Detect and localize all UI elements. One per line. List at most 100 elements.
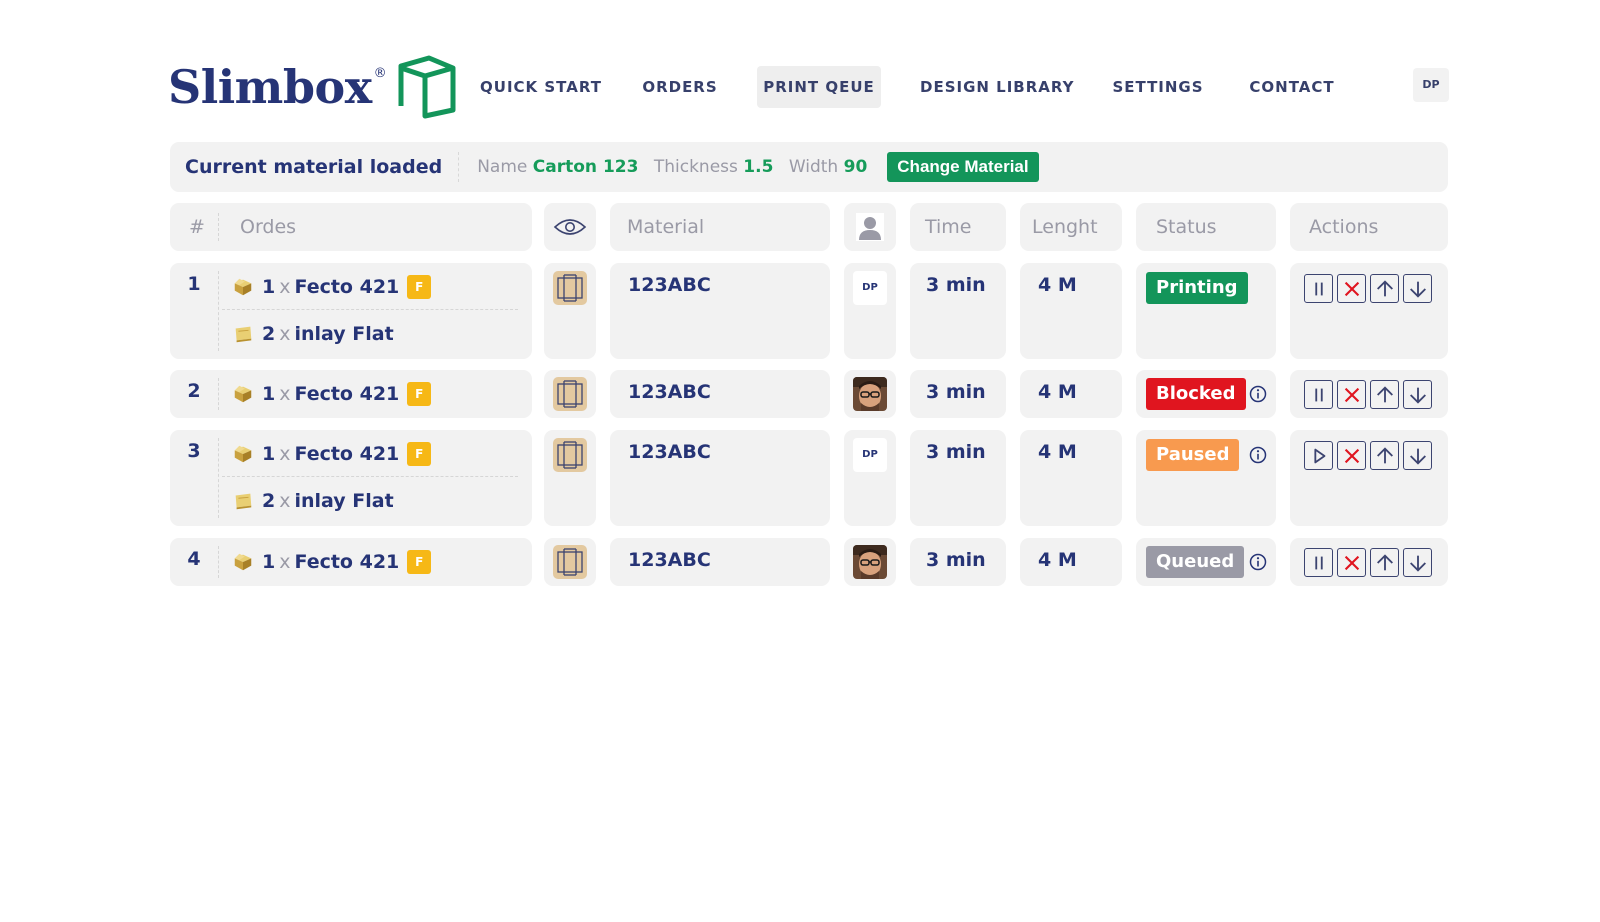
close-icon [1341,445,1363,467]
status-badge: Blocked [1146,378,1246,410]
close-icon [1341,384,1363,406]
flat-inlay-icon [232,323,254,345]
length-value: 4 M [1038,441,1077,463]
table-row-1-preview[interactable] [544,263,596,359]
cancel-button[interactable] [1337,274,1366,303]
table-row-3-status: Paused [1136,430,1276,526]
arrow-up-icon [1374,445,1396,467]
pause-icon [1308,552,1330,574]
header-preview-cell [544,203,596,251]
table-row-4-status: Queued [1136,538,1276,586]
material-thickness-value: 1.5 [743,157,774,177]
material-name-value: Carton 123 [532,157,639,177]
move-up-button[interactable] [1370,380,1399,409]
cancel-button[interactable] [1337,548,1366,577]
order-item[interactable]: 1 x Fecto 421 F [232,380,432,408]
table-row-4-preview[interactable] [544,538,596,586]
order-item[interactable]: 2 x inlay Flat [232,320,394,348]
row-index: 3 [187,440,201,462]
table-row-2-preview[interactable] [544,370,596,418]
arrow-down-icon [1407,552,1429,574]
box-preview-icon [553,545,587,579]
nav-contact[interactable]: CONTACT [1240,66,1344,108]
user-avatar[interactable]: DP [1413,68,1449,102]
move-up-button[interactable] [1370,274,1399,303]
nav-quick-start[interactable]: QUICK START [472,66,610,108]
pause-button[interactable] [1304,380,1333,409]
order-name: inlay Flat [294,490,394,512]
table-row-3-actions [1290,430,1448,526]
cancel-button[interactable] [1337,380,1366,409]
table-row-4-user [844,538,896,586]
avatar-photo-icon [853,545,887,579]
header-user-cell [844,203,896,251]
move-down-button[interactable] [1403,380,1432,409]
material-code: 123ABC [628,441,711,463]
move-up-button[interactable] [1370,548,1399,577]
order-item[interactable]: 1 x Fecto 421 F [232,548,432,576]
close-icon [1341,278,1363,300]
app-header: Slimbox ® QUICK START ORDERS PRINT QEUE … [168,50,1449,120]
pause-button[interactable] [1304,274,1333,303]
order-item[interactable]: 1 x Fecto 421 F [232,273,432,301]
length-value: 4 M [1038,549,1077,571]
close-icon [1341,552,1363,574]
table-row-3-orders[interactable]: 3 1 x Fecto 421 F 2 x inlay Flat [170,430,532,526]
header-material: Material [627,216,705,238]
length-value: 4 M [1038,381,1077,403]
table-row-3-material: 123ABC [610,430,830,526]
order-name: inlay Flat [294,323,394,345]
order-qty: 1 [262,276,276,298]
info-icon[interactable] [1249,553,1267,571]
move-down-button[interactable] [1403,274,1432,303]
arrow-up-icon [1374,278,1396,300]
order-name: Fecto 421 [294,443,400,465]
play-button[interactable] [1304,441,1333,470]
table-row-1-status: Printing [1136,263,1276,359]
user-photo [853,377,887,411]
table-row-3-preview[interactable] [544,430,596,526]
order-item[interactable]: 2 x inlay Flat [232,487,394,515]
header-orders: Ordes [240,216,297,238]
user-icon [856,213,884,241]
move-up-button[interactable] [1370,441,1399,470]
order-item[interactable]: 1 x Fecto 421 F [232,440,432,468]
move-down-button[interactable] [1403,548,1432,577]
header-actions: Actions [1309,216,1379,238]
nav-design-library[interactable]: DESIGN LIBRARY [920,66,1074,108]
table-row-1-time: 3 min [910,263,1006,359]
pause-button[interactable] [1304,548,1333,577]
info-icon[interactable] [1249,446,1267,464]
table-row-2-user [844,370,896,418]
table-row-2-actions [1290,370,1448,418]
material-code: 123ABC [628,549,711,571]
table-row-4-time: 3 min [910,538,1006,586]
avatar-photo-icon [853,377,887,411]
table-row-3-user: DP [844,430,896,526]
nav-settings[interactable]: SETTINGS [1106,66,1210,108]
cancel-button[interactable] [1337,441,1366,470]
header-status-cell: Status [1136,203,1276,251]
nav-print-queue[interactable]: PRINT QEUE [757,66,881,108]
table-row-4-actions [1290,538,1448,586]
order-name: Fecto 421 [294,383,400,405]
header-status: Status [1156,216,1217,238]
table-row-2-orders[interactable]: 2 1 x Fecto 421 F [170,370,532,418]
order-name: Fecto 421 [294,551,400,573]
move-down-button[interactable] [1403,441,1432,470]
order-qty: 1 [262,443,276,465]
row-index: 4 [187,548,201,570]
table-row-1-orders[interactable]: 1 1 x Fecto 421 F 2 x inlay Flat [170,263,532,359]
header-time-cell: Time [910,203,1006,251]
table-row-4-orders[interactable]: 4 1 x Fecto 421 F [170,538,532,586]
info-icon[interactable] [1249,385,1267,403]
change-material-button[interactable]: Change Material [887,152,1039,182]
length-value: 4 M [1038,274,1077,296]
main-nav: QUICK START ORDERS PRINT QEUE DESIGN LIB… [168,66,1446,108]
user-photo [853,545,887,579]
nav-orders[interactable]: ORDERS [636,66,724,108]
material-thickness-label: Thickness [653,157,738,177]
pause-icon [1308,278,1330,300]
material-bar: Current material loaded Name Carton 123 … [170,142,1448,192]
table-row-3-time: 3 min [910,430,1006,526]
